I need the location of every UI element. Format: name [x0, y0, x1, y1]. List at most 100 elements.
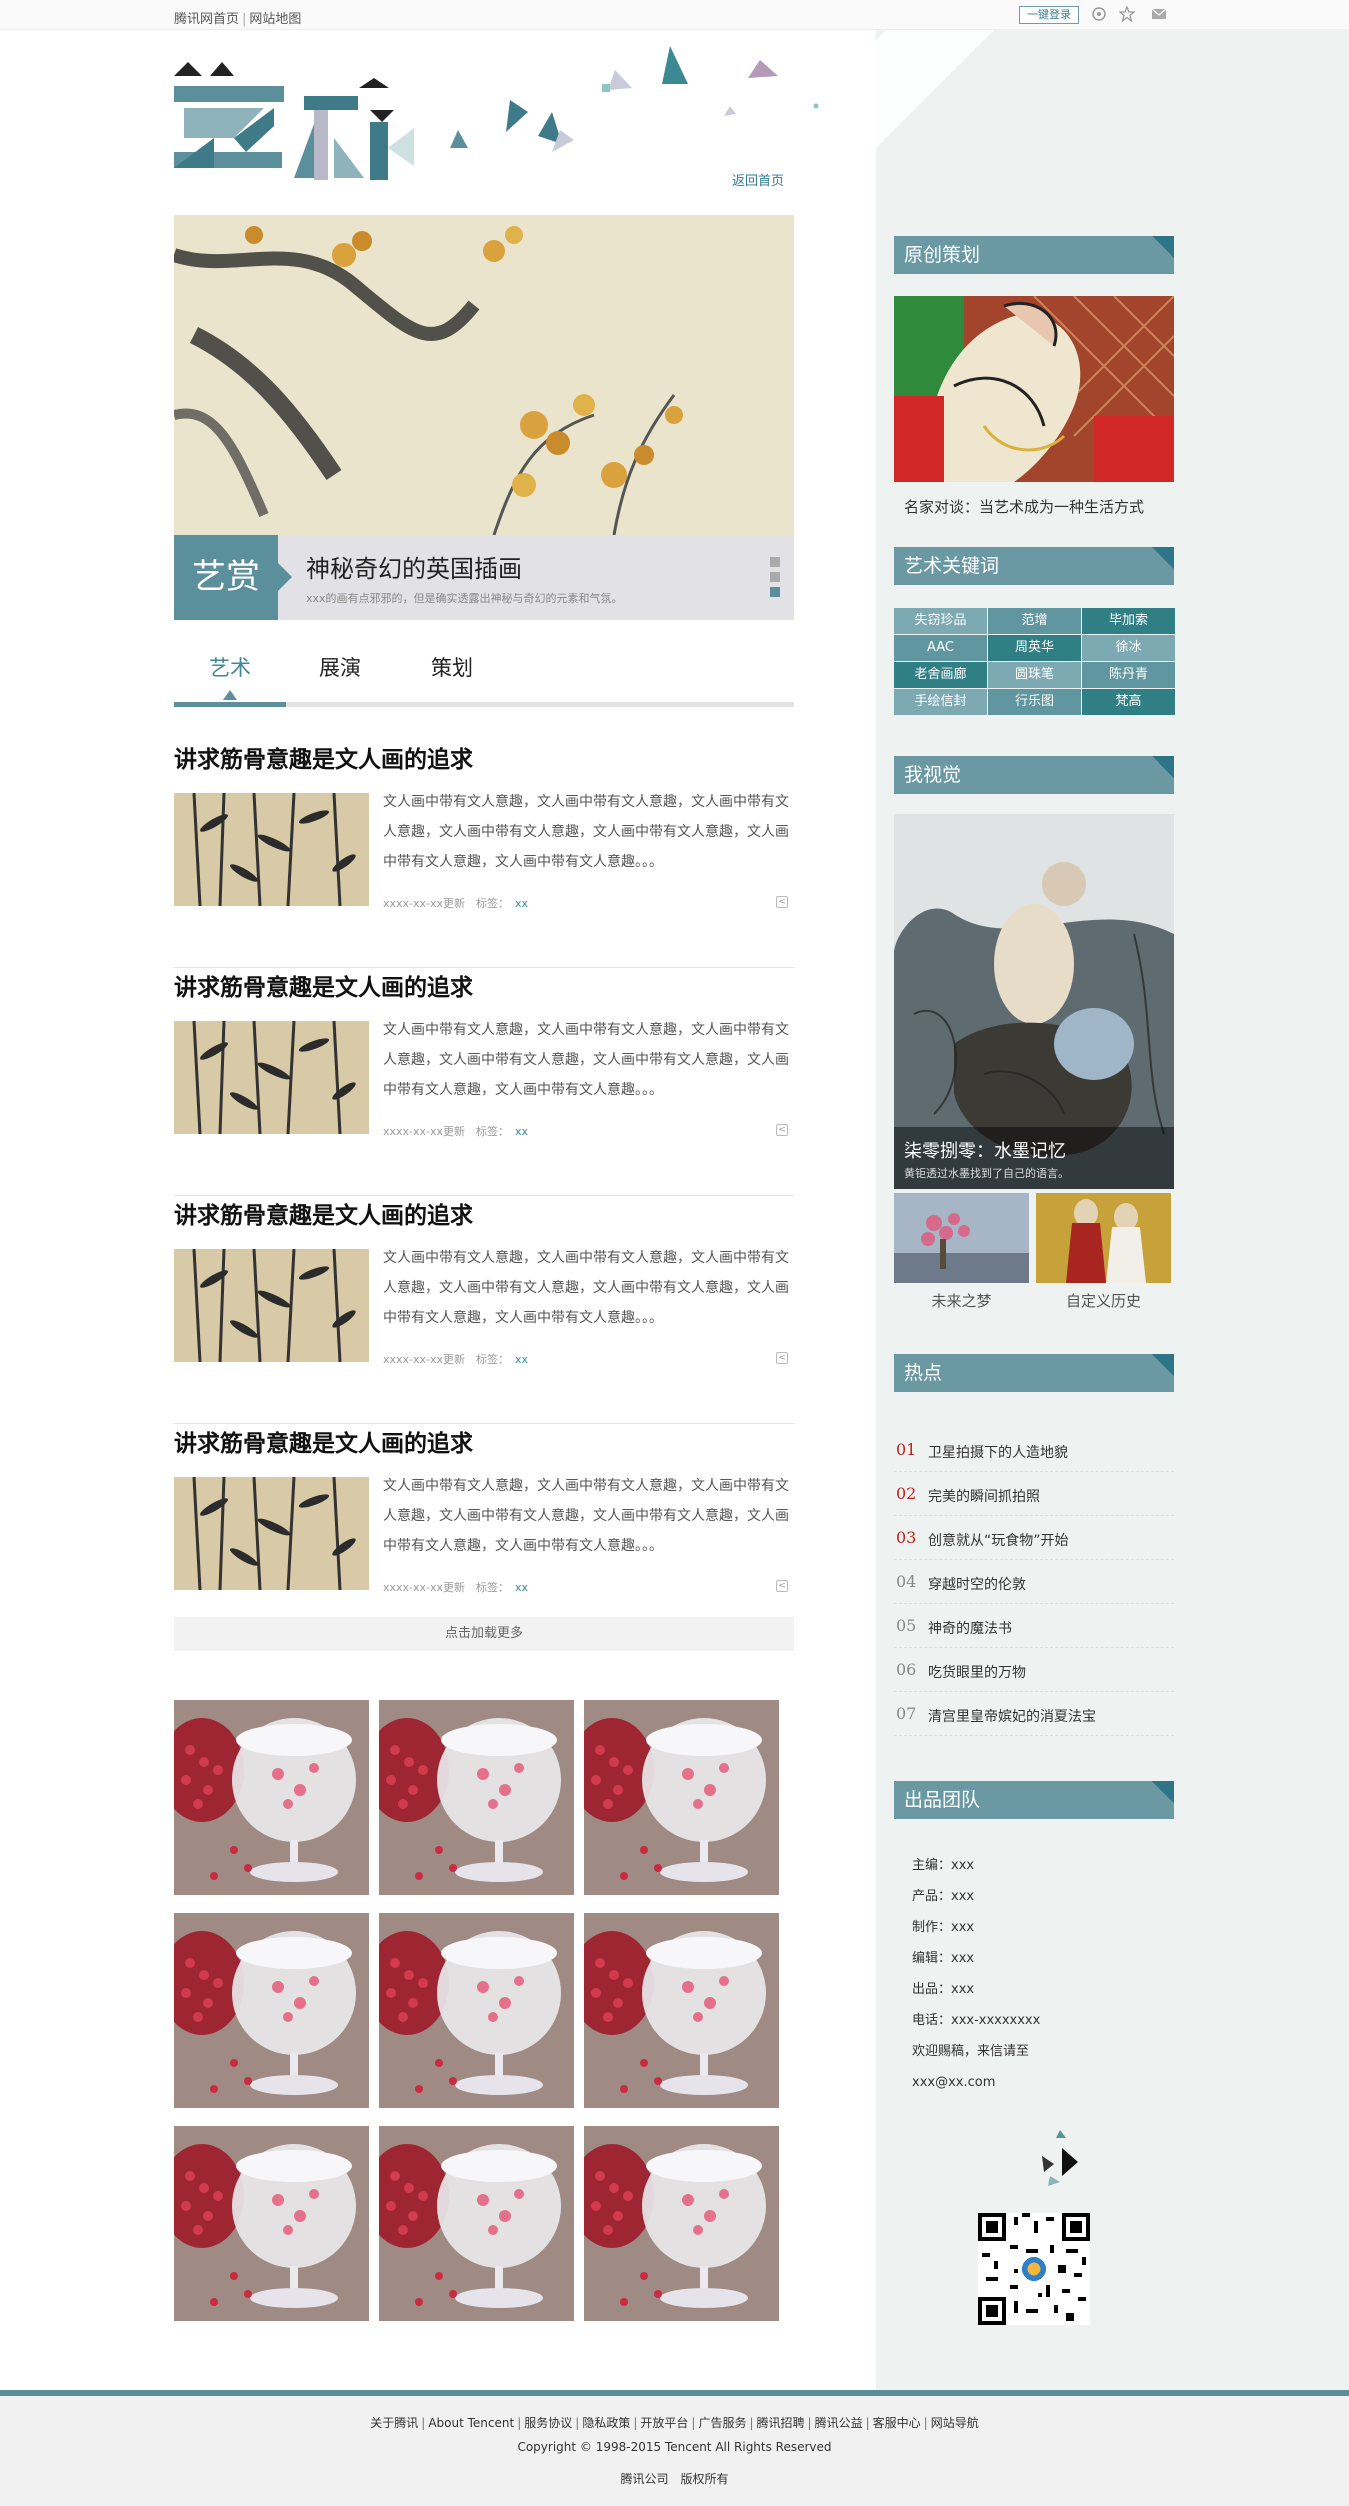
thumbnail-caption[interactable]: 自定义历史 — [1036, 1290, 1171, 1311]
article-thumbnail[interactable] — [174, 1477, 369, 1590]
slider-dot[interactable] — [770, 557, 780, 567]
tab-planning[interactable]: 策划 — [396, 652, 508, 682]
one-click-login-button[interactable]: 一键登录 — [1019, 6, 1079, 24]
gallery-photo[interactable] — [174, 1913, 369, 2108]
vision-feature-image[interactable]: 柒零捌零：水墨记忆 黄钜透过水墨找到了自己的语言。 — [894, 814, 1174, 1189]
share-icon[interactable]: < — [776, 896, 788, 908]
hero-image[interactable] — [174, 215, 794, 536]
tag-label: 标签： — [476, 1353, 510, 1366]
article-title[interactable]: 讲求筋骨意趣是文人画的追求 — [174, 1424, 473, 1458]
team-credit-line: xxx@xx.com — [912, 2075, 996, 2090]
vision-caption-title[interactable]: 柒零捌零：水墨记忆 — [904, 1137, 1066, 1163]
weibo-icon[interactable] — [1090, 6, 1108, 24]
slider-dot[interactable] — [770, 572, 780, 582]
share-icon[interactable]: < — [776, 1580, 788, 1592]
gallery-photo[interactable] — [584, 2126, 779, 2321]
gallery-photo[interactable] — [379, 1700, 574, 1895]
team-credit-line: 产品：xxx — [912, 1889, 975, 1904]
ink-painting-illustration — [174, 215, 794, 536]
gallery-photo[interactable] — [379, 2126, 574, 2321]
planning-feature-image[interactable] — [894, 296, 1174, 482]
article-thumbnail[interactable] — [174, 1021, 369, 1134]
hot-list-item[interactable]: 05 神奇的魔法书 — [894, 1604, 1174, 1648]
separator: | — [242, 12, 247, 27]
hot-list-item[interactable]: 02 完美的瞬间抓拍照 — [894, 1472, 1174, 1516]
tab-art[interactable]: 艺术 — [174, 652, 286, 682]
keyword-tag[interactable]: 陈丹青 — [1082, 662, 1175, 688]
mail-icon[interactable] — [1150, 6, 1168, 24]
hot-list-item[interactable]: 01 卫星拍摄下的人造地貌 — [894, 1428, 1174, 1472]
hot-item-link[interactable]: 创意就从“玩食物”开始 — [928, 1530, 1069, 1550]
article-title[interactable]: 讲求筋骨意趣是文人画的追求 — [174, 1196, 473, 1230]
article-tag[interactable]: xx — [515, 1125, 528, 1138]
keyword-tag[interactable]: 手绘信封 — [894, 689, 987, 715]
qq-home-link[interactable]: 腾讯网首页 — [174, 12, 239, 27]
keyword-tag[interactable]: 徐冰 — [1082, 635, 1175, 661]
slider-dot-active[interactable] — [770, 587, 780, 597]
hot-item-link[interactable]: 吃货眼里的万物 — [928, 1662, 1026, 1682]
keyword-tag[interactable]: 圆珠笔 — [988, 662, 1081, 688]
bamboo-painting-illustration — [174, 793, 369, 906]
footer-link[interactable]: 网站导航 — [931, 2416, 979, 2430]
hot-list-item[interactable]: 07 清宫里皇帝嫔妃的消夏法宝 — [894, 1692, 1174, 1736]
sitemap-link[interactable]: 网站地图 — [249, 12, 301, 27]
gallery-photo[interactable] — [584, 1700, 779, 1895]
hot-item-link[interactable]: 清宫里皇帝嫔妃的消夏法宝 — [928, 1706, 1096, 1726]
team-credit-line: 编辑：xxx — [912, 1951, 975, 1966]
star-icon[interactable] — [1118, 5, 1136, 24]
article-thumbnail[interactable] — [174, 1249, 369, 1362]
hot-list-item[interactable]: 06 吃货眼里的万物 — [894, 1648, 1174, 1692]
keyword-tag[interactable]: 周英华 — [988, 635, 1081, 661]
future-dream-illustration — [894, 1193, 1029, 1283]
hot-list-item[interactable]: 04 穿越时空的伦敦 — [894, 1560, 1174, 1604]
hot-item-link[interactable]: 完美的瞬间抓拍照 — [928, 1486, 1040, 1506]
site-logo[interactable] — [174, 48, 414, 188]
keyword-tag[interactable]: 毕加索 — [1082, 608, 1175, 634]
article-tag[interactable]: xx — [515, 1353, 528, 1366]
gallery-photo[interactable] — [584, 1913, 779, 2108]
gallery-photo[interactable] — [174, 1700, 369, 1895]
hero-title[interactable]: 神秘奇幻的英国插画 — [306, 549, 522, 584]
hot-item-link[interactable]: 穿越时空的伦敦 — [928, 1574, 1026, 1594]
section-title: 原创策划 — [904, 244, 981, 266]
planning-caption[interactable]: 名家对谈：当艺术成为一种生活方式 — [904, 496, 1144, 517]
keyword-tag[interactable]: AAC — [894, 635, 987, 661]
footer-link[interactable]: 开放平台 — [640, 2416, 688, 2430]
thumbnail-custom-history[interactable] — [1036, 1193, 1171, 1283]
separator: | — [807, 2416, 812, 2430]
footer-link[interactable]: 腾讯公益 — [815, 2416, 863, 2430]
header-corner-decoration — [1152, 547, 1174, 569]
article-title[interactable]: 讲求筋骨意趣是文人画的追求 — [174, 968, 473, 1002]
article-tag[interactable]: xx — [515, 897, 528, 910]
gallery-photo[interactable] — [174, 2126, 369, 2321]
keyword-tag[interactable]: 失窃珍品 — [894, 608, 987, 634]
hot-item-link[interactable]: 卫星拍摄下的人造地貌 — [928, 1442, 1068, 1462]
thumbnail-caption[interactable]: 未来之梦 — [894, 1290, 1029, 1311]
hot-list-item[interactable]: 03 创意就从“玩食物”开始 — [894, 1516, 1174, 1560]
article-tag[interactable]: xx — [515, 1581, 528, 1594]
tab-performance[interactable]: 展演 — [284, 652, 396, 682]
section-title: 我视觉 — [904, 764, 962, 786]
thumbnail-future-dream[interactable] — [894, 1193, 1029, 1283]
keyword-tag[interactable]: 范增 — [988, 608, 1081, 634]
footer-link[interactable]: 腾讯招聘 — [757, 2416, 805, 2430]
article-thumbnail[interactable] — [174, 793, 369, 906]
article-date: xxxx-xx-xx更新 — [383, 897, 466, 910]
back-home-link[interactable]: 返回首页 — [732, 170, 784, 189]
keyword-tag[interactable]: 梵高 — [1082, 689, 1175, 715]
gallery-photo[interactable] — [379, 1913, 574, 2108]
footer-link[interactable]: About Tencent — [428, 2416, 514, 2430]
keyword-tag[interactable]: 行乐图 — [988, 689, 1081, 715]
footer-link[interactable]: 关于腾讯 — [370, 2416, 418, 2430]
keyword-tag[interactable]: 老舍画廊 — [894, 662, 987, 688]
hot-item-link[interactable]: 神奇的魔法书 — [928, 1618, 1012, 1638]
footer-link[interactable]: 广告服务 — [698, 2416, 746, 2430]
article-title[interactable]: 讲求筋骨意趣是文人画的追求 — [174, 740, 473, 774]
footer-link[interactable]: 客服中心 — [873, 2416, 921, 2430]
footer-link[interactable]: 服务协议 — [524, 2416, 572, 2430]
hero-slider[interactable]: 艺赏 神秘奇幻的英国插画 xxx的画有点邪邪的，但是确实透露出神秘与奇幻的元素和… — [174, 215, 794, 620]
load-more-button[interactable]: 点击加载更多 — [174, 1617, 794, 1651]
share-icon[interactable]: < — [776, 1352, 788, 1364]
footer-link[interactable]: 隐私政策 — [582, 2416, 630, 2430]
share-icon[interactable]: < — [776, 1124, 788, 1136]
